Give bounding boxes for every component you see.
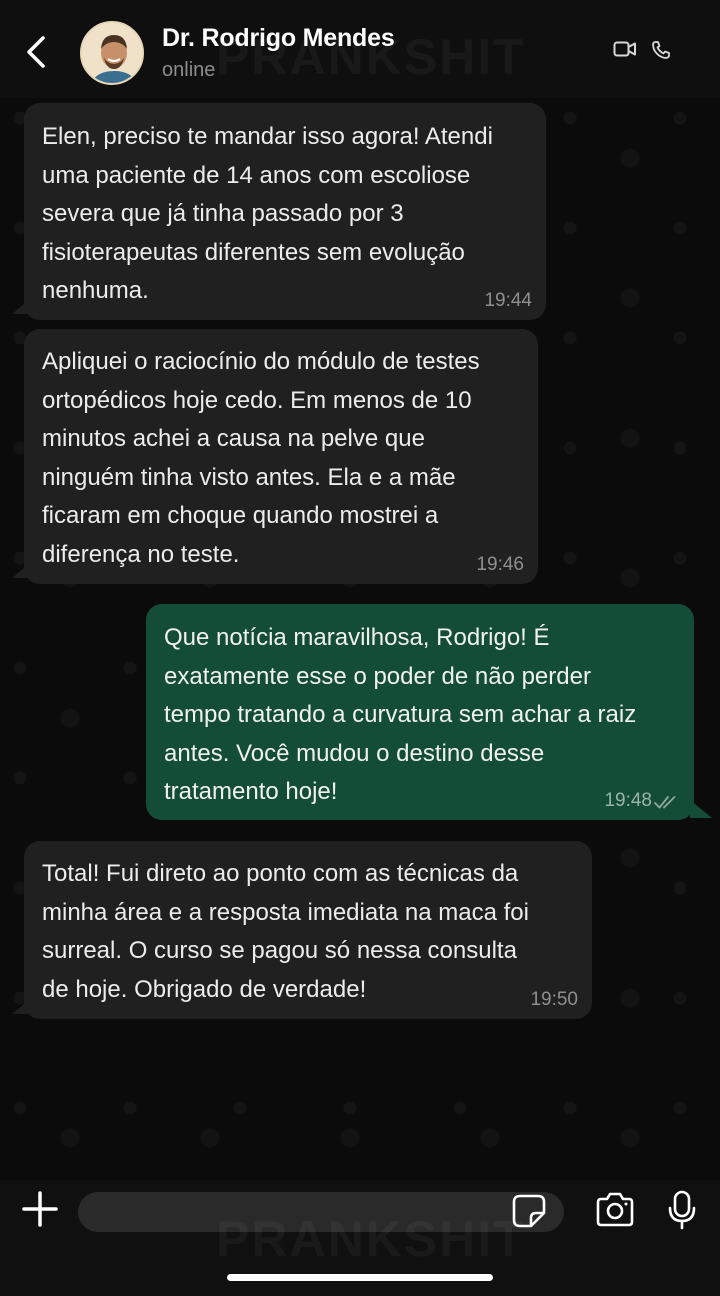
message-bubble-incoming[interactable]: Apliquei o raciocínio do módulo de teste… [24,329,538,584]
watermark: PRANKSHIT [216,1210,526,1268]
avatar-image [82,23,142,83]
message-time: 19:46 [476,554,524,575]
message-time: 19:48 [604,790,652,811]
double-check-icon [654,796,676,809]
camera-icon[interactable] [594,1192,636,1228]
chat-header: Dr. Rodrigo Mendes online PRANKSHIT [0,0,720,98]
message-bubble-outgoing[interactable]: Que notícia maravilhosa, Rodrigo! É exat… [146,604,694,820]
message-text: Apliquei o raciocínio do módulo de teste… [42,348,480,568]
phone-icon[interactable] [651,40,671,60]
watermark: PRANKSHIT [216,28,526,86]
chevron-left-icon [27,36,45,68]
message-bubble-incoming[interactable]: Total! Fui direto ao ponto com as técnic… [24,841,592,1019]
chat-area[interactable]: Elen, preciso te mandar isso agora! Aten… [0,98,720,1180]
message-bubble-incoming[interactable]: Elen, preciso te mandar isso agora! Aten… [24,103,546,320]
message-text: Elen, preciso te mandar isso agora! Aten… [42,123,493,304]
plus-icon[interactable] [21,1190,59,1228]
message-time: 19:50 [530,989,578,1010]
message-text: Total! Fui direto ao ponto com as técnic… [42,860,529,1003]
contact-status: online [162,59,216,81]
input-bar: PRANKSHIT [0,1180,720,1296]
microphone-icon[interactable] [666,1190,698,1230]
video-camera-icon[interactable] [613,40,637,58]
avatar[interactable] [80,21,144,85]
back-button[interactable] [18,32,54,72]
message-time: 19:44 [484,290,532,311]
home-indicator[interactable] [227,1274,493,1281]
message-text: Que notícia maravilhosa, Rodrigo! É exat… [164,624,637,805]
